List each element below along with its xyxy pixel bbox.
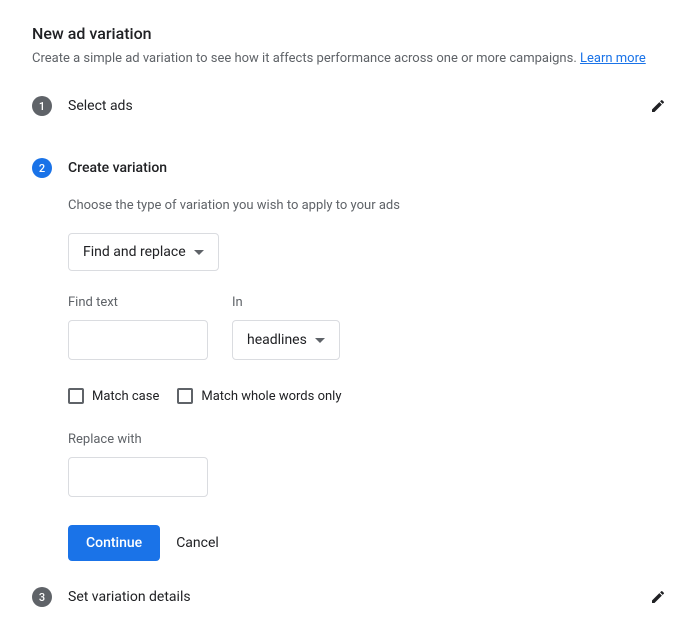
match-whole-checkbox[interactable]: Match whole words only bbox=[177, 388, 341, 404]
in-group: In headlines bbox=[232, 295, 340, 360]
find-in-row: Find text In headlines bbox=[68, 295, 668, 360]
match-whole-label: Match whole words only bbox=[201, 389, 341, 404]
in-label: In bbox=[232, 295, 340, 310]
caret-down-icon bbox=[315, 338, 325, 343]
continue-button[interactable]: Continue bbox=[68, 525, 160, 561]
subtitle-text: Create a simple ad variation to see how … bbox=[32, 51, 580, 66]
find-text-group: Find text bbox=[68, 295, 208, 360]
step-2-content: Choose the type of variation you wish to… bbox=[68, 184, 668, 581]
replace-input[interactable] bbox=[68, 457, 208, 497]
step-3-title: Set variation details bbox=[68, 589, 191, 605]
find-text-label: Find text bbox=[68, 295, 208, 310]
button-row: Continue Cancel bbox=[68, 525, 668, 561]
page-title: New ad variation bbox=[32, 24, 668, 43]
step-2-description: Choose the type of variation you wish to… bbox=[68, 198, 668, 213]
step-1-badge: 1 bbox=[32, 96, 52, 116]
caret-down-icon bbox=[194, 250, 204, 255]
pencil-icon bbox=[650, 589, 666, 605]
find-text-input[interactable] bbox=[68, 320, 208, 360]
step-2-title: Create variation bbox=[68, 160, 167, 176]
variation-type-select[interactable]: Find and replace bbox=[68, 233, 219, 271]
step-3-badge: 3 bbox=[32, 587, 52, 607]
checkbox-icon bbox=[68, 388, 84, 404]
step-2-badge: 2 bbox=[32, 158, 52, 178]
pencil-icon bbox=[650, 98, 666, 114]
match-case-checkbox[interactable]: Match case bbox=[68, 388, 159, 404]
replace-label: Replace with bbox=[68, 432, 668, 447]
step-1-row: 1 Select ads bbox=[32, 90, 668, 122]
match-case-label: Match case bbox=[92, 389, 159, 404]
checkbox-row: Match case Match whole words only bbox=[68, 388, 668, 404]
step-2-row: 2 Create variation bbox=[32, 152, 668, 184]
replace-group: Replace with bbox=[68, 432, 668, 497]
in-select[interactable]: headlines bbox=[232, 320, 340, 360]
step-1-edit-button[interactable] bbox=[648, 96, 668, 116]
checkbox-icon bbox=[177, 388, 193, 404]
step-3-row: 3 Set variation details bbox=[32, 581, 668, 613]
cancel-button[interactable]: Cancel bbox=[176, 535, 219, 551]
learn-more-link[interactable]: Learn more bbox=[580, 51, 646, 66]
page-subtitle: Create a simple ad variation to see how … bbox=[32, 51, 668, 66]
in-select-value: headlines bbox=[247, 332, 307, 348]
variation-type-value: Find and replace bbox=[83, 244, 186, 260]
step-1-title: Select ads bbox=[68, 98, 133, 114]
step-3-edit-button[interactable] bbox=[648, 587, 668, 607]
